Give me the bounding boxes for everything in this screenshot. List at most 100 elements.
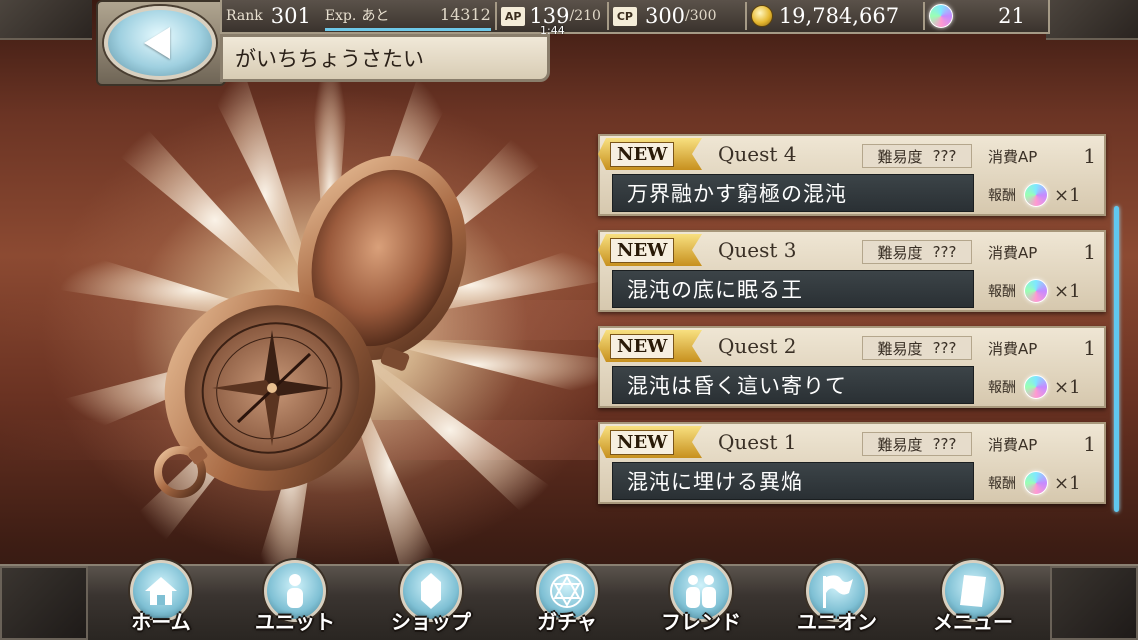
exp-label: Exp. [324, 7, 357, 24]
cost-label: 消費AP [988, 435, 1038, 454]
nav-home[interactable]: ホーム [106, 560, 216, 640]
gem-icon [1024, 279, 1048, 303]
gem-value: 21 [998, 4, 1025, 28]
reward-quantity: ×1 [1054, 280, 1081, 302]
nav-label: メニュー [933, 610, 1013, 634]
rank-label: Rank [226, 8, 263, 24]
difficulty-box: 難易度 ??? [862, 240, 972, 264]
new-badge-label: NEW [610, 334, 674, 359]
shop-icon [421, 573, 441, 609]
new-badge: NEW [598, 426, 702, 458]
top-right-ornament [1046, 0, 1138, 40]
ap-cost: 消費AP 1 [988, 336, 1100, 360]
nav-friend[interactable]: フレンド [646, 560, 756, 640]
nav-label: フレンド [661, 610, 741, 634]
bottom-left-ornament [0, 566, 88, 640]
ap-label: AP [500, 6, 526, 26]
reward-quantity: ×1 [1054, 184, 1081, 206]
quest-number: Quest 2 [718, 334, 797, 358]
union-flag-icon [823, 575, 853, 608]
exp-display: Exp. あと 14312 [324, 1, 491, 31]
quest-card-2[interactable]: NEW Quest 2 難易度 ??? 消費AP 1 混沌は昏く這い寄りて 報酬… [598, 326, 1106, 408]
reward-quantity: ×1 [1054, 472, 1081, 494]
divider [922, 2, 925, 30]
back-arrow-icon [144, 27, 170, 59]
nav-gacha[interactable]: ガチャ [512, 560, 622, 640]
cost-value: 1 [1083, 336, 1096, 360]
rank-value: 301 [270, 4, 311, 28]
reward-label: 報酬 [988, 284, 1016, 300]
gold-coin-icon [750, 5, 773, 27]
ap-cost: 消費AP 1 [988, 240, 1100, 264]
difficulty-label: 難易度 [877, 339, 923, 358]
difficulty-box: 難易度 ??? [862, 336, 972, 360]
ap-cost: 消費AP 1 [988, 432, 1100, 456]
difficulty-value: ??? [932, 435, 957, 453]
quest-name: 混沌の底に眠る王 [612, 270, 974, 308]
nav-menu[interactable]: メニュー [918, 560, 1028, 640]
exp-remaining-label: あと [361, 7, 390, 24]
page-title-plate: がいちちょうさたい [220, 34, 550, 82]
reward-label: 報酬 [988, 476, 1016, 492]
new-badge-label: NEW [610, 238, 674, 263]
quest-number: Quest 1 [718, 430, 797, 454]
gold-value: 19,784,667 [778, 4, 900, 28]
gem-icon [1024, 471, 1048, 495]
reward: 報酬 ×1 [988, 276, 1100, 306]
reward-label: 報酬 [988, 188, 1016, 204]
difficulty-value: ??? [932, 339, 957, 357]
nav-shop[interactable]: ショップ [376, 560, 486, 640]
cost-label: 消費AP [988, 243, 1038, 262]
ap-cost: 消費AP 1 [988, 144, 1100, 168]
difficulty-box: 難易度 ??? [862, 144, 972, 168]
bottom-right-ornament [1050, 566, 1138, 640]
cp-value: 300 [644, 4, 686, 28]
reward-label: 報酬 [988, 380, 1016, 396]
nav-label: ユニット [255, 610, 335, 634]
compass-illustration [154, 155, 467, 498]
new-badge: NEW [598, 138, 702, 170]
cost-value: 1 [1083, 240, 1096, 264]
home-icon [145, 577, 177, 605]
quest-name: 混沌は昏く這い寄りて [612, 366, 974, 404]
new-badge-label: NEW [610, 430, 674, 455]
menu-icon [960, 575, 986, 607]
cost-label: 消費AP [988, 147, 1038, 166]
unit-icon [287, 574, 303, 608]
cp-display: CP 300 /300 [612, 1, 741, 31]
friend-icon [686, 575, 716, 608]
reward-quantity: ×1 [1054, 376, 1081, 398]
nav-label: ショップ [391, 610, 471, 634]
quest-number: Quest 3 [718, 238, 797, 262]
cost-value: 1 [1083, 144, 1096, 168]
page-title: がいちちょうさたい [235, 47, 424, 71]
quest-card-3[interactable]: NEW Quest 3 難易度 ??? 消費AP 1 混沌の底に眠る王 報酬 ×… [598, 230, 1106, 312]
exp-remaining-value: 14312 [439, 5, 491, 24]
quest-list-scrollbar[interactable] [1114, 206, 1119, 512]
gem-icon [1024, 183, 1048, 207]
cost-label: 消費AP [988, 339, 1038, 358]
new-badge-label: NEW [610, 142, 674, 167]
gem-icon [1024, 375, 1048, 399]
cp-max: /300 [685, 8, 717, 24]
reward: 報酬 ×1 [988, 372, 1100, 402]
back-button[interactable] [104, 6, 216, 80]
ap-max: /210 [569, 8, 601, 24]
nav-unit[interactable]: ユニット [240, 560, 350, 640]
status-bar: Rank 301 Exp. あと 14312 AP 139 /210 CP 30… [220, 0, 1050, 34]
reward: 報酬 ×1 [988, 180, 1100, 210]
difficulty-label: 難易度 [877, 147, 923, 166]
quest-card-1[interactable]: NEW Quest 1 難易度 ??? 消費AP 1 混沌に埋ける異焔 報酬 ×… [598, 422, 1106, 504]
nav-label: ガチャ [537, 610, 597, 634]
nav-label: ホーム [131, 610, 191, 634]
difficulty-box: 難易度 ??? [862, 432, 972, 456]
difficulty-value: ??? [932, 147, 957, 165]
quest-number: Quest 4 [718, 142, 797, 166]
quest-name: 万界融かす窮極の混沌 [612, 174, 974, 212]
cost-value: 1 [1083, 432, 1096, 456]
reward: 報酬 ×1 [988, 468, 1100, 498]
difficulty-label: 難易度 [877, 435, 923, 454]
quest-card-4[interactable]: NEW Quest 4 難易度 ??? 消費AP 1 万界融かす窮極の混沌 報酬… [598, 134, 1106, 216]
nav-union[interactable]: ユニオン [782, 560, 892, 640]
gem-display: 21 [928, 1, 1033, 31]
